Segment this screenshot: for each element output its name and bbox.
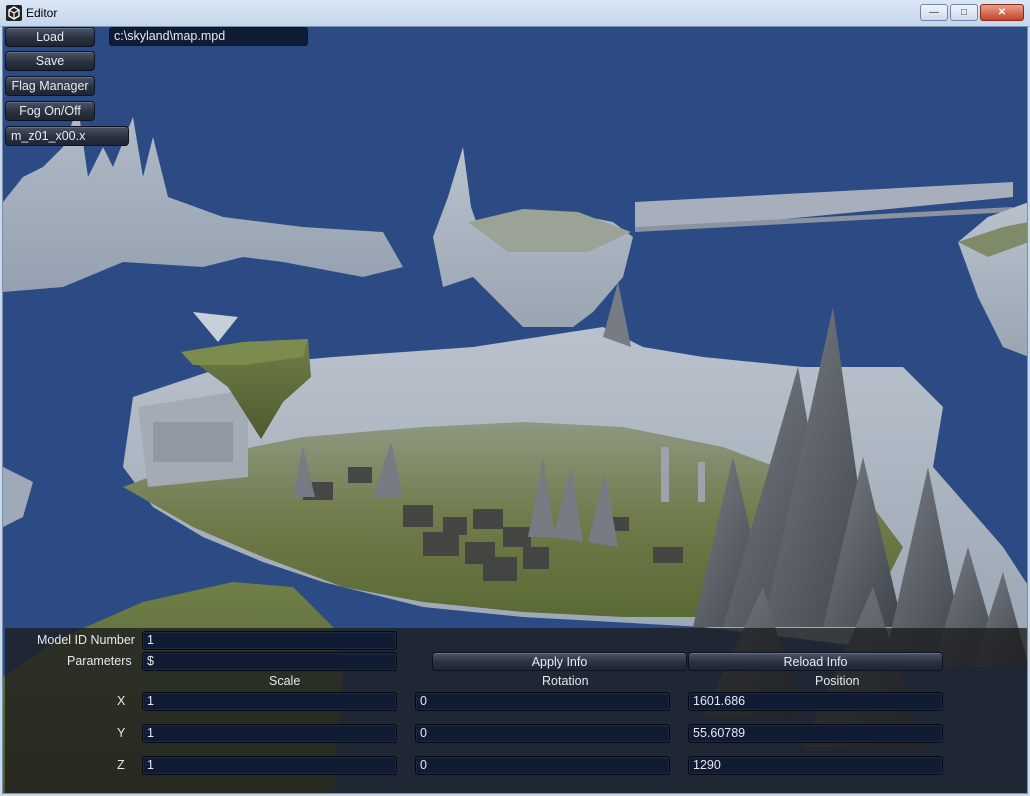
x-label: X [117,694,126,708]
position-header: Position [815,674,860,688]
save-button[interactable]: Save [5,51,95,71]
model-name-button[interactable]: m_z01_x00.x [5,126,129,146]
position-z-input[interactable]: 1290 [688,756,943,775]
scene-viewport[interactable]: Load c:\skyland\map.mpd Save Flag Manage… [2,26,1028,794]
load-button[interactable]: Load [5,27,95,47]
window-title: Editor [26,6,58,20]
y-label: Y [117,726,126,740]
file-path-field[interactable]: c:\skyland\map.mpd [109,27,308,46]
fog-toggle-button[interactable]: Fog On/Off [5,101,95,121]
flag-manager-button[interactable]: Flag Manager [5,76,95,96]
minimize-icon: — [929,7,939,18]
parameters-label: Parameters [67,654,132,668]
title-bar: Editor — □ ✕ [0,0,1030,27]
scale-y-input[interactable]: 1 [142,724,397,743]
close-button[interactable]: ✕ [980,4,1024,21]
maximize-icon: □ [960,7,968,18]
rotation-z-input[interactable]: 0 [415,756,670,775]
scale-x-input[interactable]: 1 [142,692,397,711]
inspector-panel: Model ID Number 1 Parameters $ Apply Inf… [5,628,1027,793]
rotation-header: Rotation [542,674,589,688]
close-icon: ✕ [997,7,1007,18]
minimize-button[interactable]: — [920,4,948,21]
rotation-y-input[interactable]: 0 [415,724,670,743]
maximize-button[interactable]: □ [950,4,978,21]
scale-z-input[interactable]: 1 [142,756,397,775]
unity-logo-icon [6,5,22,21]
scale-header: Scale [269,674,301,688]
reload-info-button[interactable]: Reload Info [688,652,943,671]
parameters-input[interactable]: $ [142,652,397,671]
model-id-input[interactable]: 1 [142,631,397,650]
position-y-input[interactable]: 55.60789 [688,724,943,743]
rotation-x-input[interactable]: 0 [415,692,670,711]
position-x-input[interactable]: 1601.686 [688,692,943,711]
z-label: Z [117,758,125,772]
apply-info-button[interactable]: Apply Info [432,652,687,671]
model-id-label: Model ID Number [37,633,135,647]
